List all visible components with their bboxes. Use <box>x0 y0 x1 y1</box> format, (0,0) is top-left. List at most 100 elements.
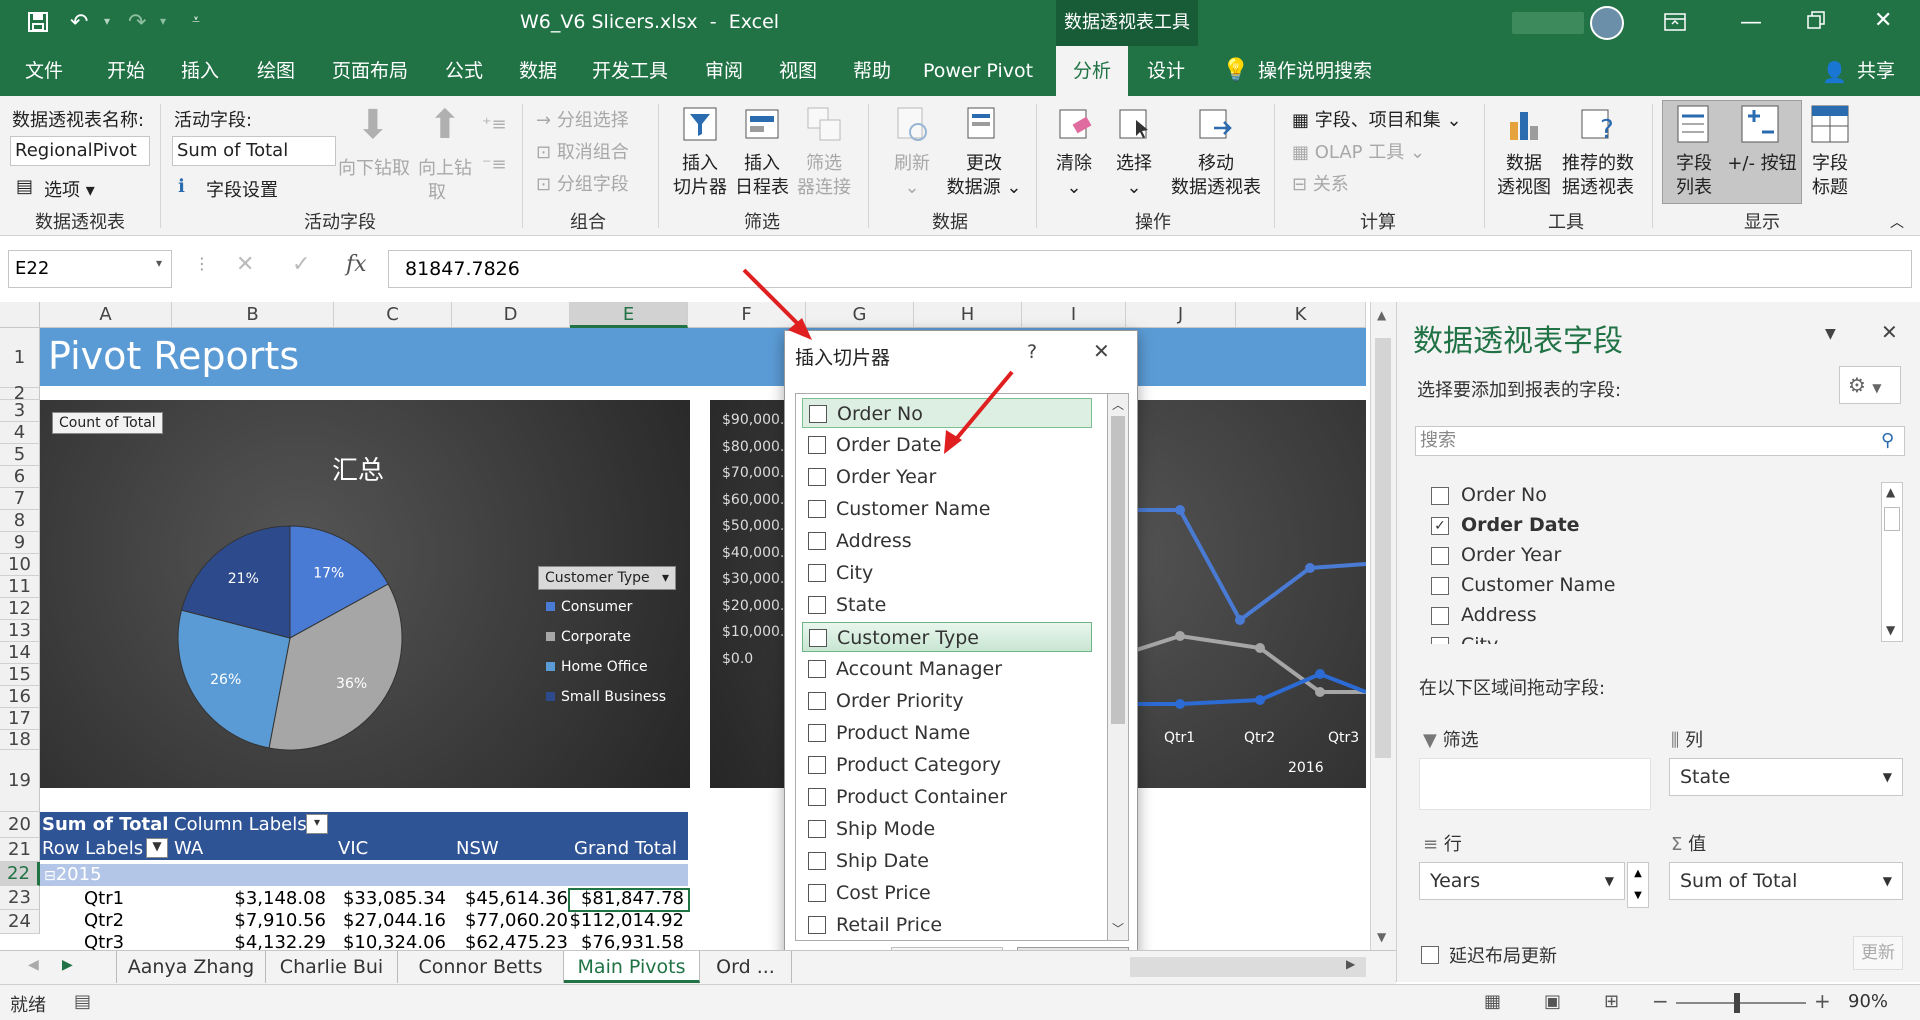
group-field-button[interactable]: ⊡ 分组字段 <box>536 170 629 196</box>
checkbox[interactable] <box>808 820 826 838</box>
row-header[interactable]: 2 <box>0 385 40 403</box>
refresh-icon[interactable] <box>892 104 932 144</box>
customize-qat-icon[interactable]: ⩡ <box>192 12 200 28</box>
checkbox[interactable] <box>808 788 826 806</box>
ungroup-button[interactable]: ⊡ 取消组合 <box>536 138 629 164</box>
field-list-icon[interactable] <box>1676 104 1710 144</box>
drill-up-icon[interactable]: ⬆ <box>428 102 462 148</box>
normal-view-icon[interactable]: ▦ <box>1484 991 1501 1012</box>
slicer-field-option[interactable]: Cost Price <box>802 878 1092 908</box>
close-icon[interactable]: ✕ <box>1874 8 1892 33</box>
scroll-thumb[interactable] <box>1375 338 1391 758</box>
olap-tools-button[interactable]: ▦ OLAP 工具 ⌄ <box>1292 138 1425 164</box>
sheet-tab[interactable]: Aanya Zhang <box>116 951 266 983</box>
row-filter-button[interactable]: ▼ <box>146 838 168 858</box>
pivotchart-icon[interactable] <box>1504 104 1544 144</box>
row-header[interactable]: 19 <box>0 750 40 812</box>
account-name[interactable] <box>1512 12 1584 34</box>
pivot-field-item[interactable]: Address <box>1431 604 1537 626</box>
columns-field-state[interactable]: State ▼ <box>1669 758 1903 796</box>
checkbox[interactable] <box>808 692 826 710</box>
pivot-year-row[interactable]: ⊟2015 <box>44 864 102 885</box>
slicer-field-option[interactable]: Retail Price <box>802 910 1092 940</box>
drill-down-icon[interactable]: ⬇ <box>356 102 390 148</box>
plus-minus-buttons-button[interactable]: +/- 按钮 <box>1722 152 1802 176</box>
row-header[interactable]: 5 <box>0 444 40 466</box>
dialog-scrollbar[interactable]: ︿ ﹀ <box>1107 393 1129 941</box>
pivot-row-labels[interactable]: Row Labels <box>42 838 143 859</box>
pivot-column-labels[interactable]: Column Labels <box>174 814 307 835</box>
insert-timeline-button[interactable]: 插入 日程表 <box>730 152 794 200</box>
filters-drop-area[interactable] <box>1419 758 1651 810</box>
filter-connections-icon[interactable] <box>804 104 844 144</box>
vertical-scrollbar[interactable]: ▲ ▼ <box>1370 302 1396 950</box>
slicer-field-option[interactable]: Order No <box>802 398 1092 428</box>
column-header[interactable]: F <box>688 302 806 328</box>
select-all-corner[interactable] <box>0 302 40 328</box>
checkbox[interactable] <box>808 532 826 550</box>
tell-me-search[interactable]: 操作说明搜索 <box>1258 46 1388 96</box>
checkbox[interactable] <box>808 724 826 742</box>
clear-button[interactable]: 清除 ⌄ <box>1046 152 1102 200</box>
zoom-out-icon[interactable]: − <box>1652 989 1669 1013</box>
pivot-field-item[interactable]: Order Year <box>1431 544 1561 566</box>
slicer-field-option[interactable]: Order Date <box>802 430 1092 460</box>
tab-view[interactable]: 视图 <box>764 46 832 96</box>
field-checkbox[interactable] <box>1431 577 1449 595</box>
update-button[interactable]: 更新 <box>1853 936 1903 970</box>
checkbox[interactable] <box>808 884 826 902</box>
row-header[interactable]: 12 <box>0 598 40 620</box>
tab-page-layout[interactable]: 页面布局 <box>318 46 422 96</box>
rows-field-years[interactable]: Years ▼ <box>1419 862 1625 900</box>
checkbox[interactable] <box>808 660 826 678</box>
group-selection-button[interactable]: → 分组选择 <box>536 106 629 132</box>
sheet-tab[interactable]: Charlie Bui <box>266 951 398 983</box>
active-field-input[interactable]: Sum of Total <box>172 136 336 166</box>
column-header[interactable]: K <box>1236 302 1366 328</box>
tab-power-pivot[interactable]: Power Pivot <box>916 46 1040 96</box>
move-pivottable-button[interactable]: 移动 数据透视表 <box>1166 152 1266 200</box>
options-button[interactable]: 选项 ▾ <box>44 176 95 202</box>
row-header[interactable]: 15 <box>0 664 40 686</box>
column-header[interactable]: C <box>334 302 452 328</box>
field-scroll-down-icon[interactable]: ▼ <box>1886 623 1895 637</box>
refresh-button[interactable]: 刷新 ⌄ <box>880 152 944 200</box>
field-list-scrollbar[interactable]: ▲ ▼ <box>1881 482 1903 642</box>
tab-home[interactable]: 开始 <box>92 46 160 96</box>
row-header[interactable]: 4 <box>0 422 40 444</box>
row-header[interactable]: 20 <box>0 812 40 838</box>
formula-input[interactable]: 81847.7826 <box>388 250 1912 288</box>
field-scroll-up-icon[interactable]: ▲ <box>1886 485 1895 499</box>
column-header[interactable]: G <box>806 302 914 328</box>
field-settings-button[interactable]: 字段设置 <box>206 176 278 202</box>
macro-record-icon[interactable]: ▤ <box>74 991 91 1012</box>
field-list-button[interactable]: 字段 列表 <box>1664 152 1724 200</box>
tab-developer[interactable]: 开发工具 <box>580 46 680 96</box>
redo-dropdown-icon[interactable]: ▾ <box>160 14 166 28</box>
ribbon-display-icon[interactable] <box>1664 12 1686 32</box>
tab-data[interactable]: 数据 <box>504 46 572 96</box>
row-header[interactable]: 7 <box>0 488 40 510</box>
row-header[interactable]: 1 <box>0 328 40 388</box>
row-header[interactable]: 24 <box>0 910 40 934</box>
slicer-field-option[interactable]: Order Priority <box>802 686 1092 716</box>
legend-field-button[interactable]: Customer Type ▾ <box>538 566 676 590</box>
checkbox[interactable] <box>809 629 827 647</box>
insert-timeline-icon[interactable] <box>742 104 782 144</box>
row-header[interactable]: 16 <box>0 686 40 708</box>
column-header[interactable]: A <box>40 302 172 328</box>
horizontal-scrollbar[interactable] <box>1130 957 1366 977</box>
tab-draw[interactable]: 绘图 <box>242 46 310 96</box>
column-header[interactable]: D <box>452 302 570 328</box>
sheet-tab-active[interactable]: Main Pivots <box>564 951 700 983</box>
legend-entry[interactable]: Corporate <box>546 626 631 645</box>
row-header[interactable]: 10 <box>0 554 40 576</box>
change-data-source-button[interactable]: 更改 数据源 ⌄ <box>944 152 1024 200</box>
next-sheet-icon[interactable]: ▶ <box>62 957 73 973</box>
row-header[interactable]: 14 <box>0 642 40 664</box>
restore-icon[interactable] <box>1806 10 1826 30</box>
slicer-field-option[interactable]: State <box>802 590 1092 620</box>
field-scroll-thumb[interactable] <box>1884 507 1900 531</box>
slicer-field-option[interactable]: Ship Date <box>802 846 1092 876</box>
checkbox[interactable] <box>808 596 826 614</box>
